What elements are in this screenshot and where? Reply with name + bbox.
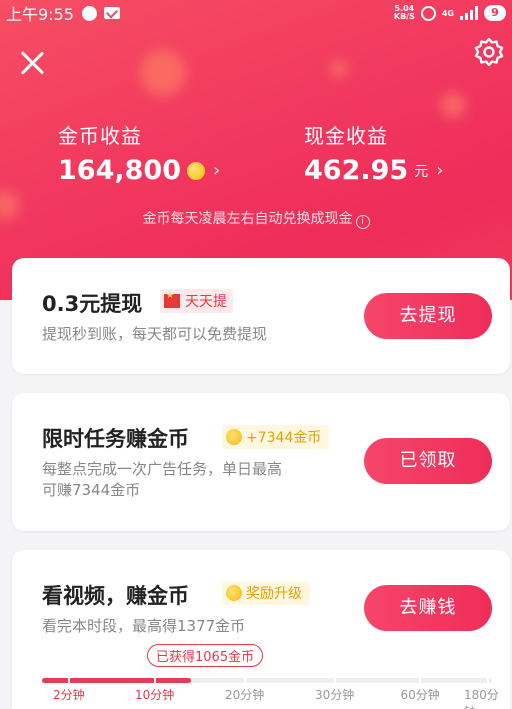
coin-earnings[interactable]: 金币收益 164,800 › — [58, 120, 220, 186]
timed-task-desc-line2: 可赚7344金币 — [42, 481, 141, 499]
network-speed-unit: KB/S — [393, 12, 415, 21]
cash-earnings-value: 462.95 — [304, 155, 409, 186]
info-icon[interactable]: i — [355, 215, 370, 229]
earnings-header: 上午9:55 5.04 KB/S 4G 9 金币收益 164,800 › 现金收… — [0, 0, 512, 300]
timed-task-desc-line1: 每整点完成一次广告任务，单日最高 — [42, 460, 283, 478]
withdraw-card: 0.3元提现 天天提 提现秒到账，每天都可以免费提现 去提现 — [12, 258, 510, 374]
coin-reward-tag: +7344金币 — [222, 425, 330, 449]
coin-reward-tag-label: +7344金币 — [246, 430, 322, 446]
chat-icon — [81, 5, 97, 21]
cash-earnings-label: 现金收益 — [304, 124, 388, 148]
decor-blob — [440, 92, 466, 118]
watch-progress-track — [42, 678, 492, 683]
gear-icon[interactable] — [473, 36, 505, 68]
progress-tick — [333, 678, 336, 683]
network-speed: 5.04 KB/S — [394, 5, 415, 21]
progress-tick-label: 180分钟 — [464, 688, 499, 709]
network-type: 4G — [441, 8, 454, 18]
alarm-icon — [420, 5, 436, 21]
cash-earnings[interactable]: 现金收益 462.95 元 › — [304, 120, 443, 186]
progress-tick-label: 2分钟 — [53, 688, 85, 702]
coin-icon — [226, 585, 242, 601]
exchange-notice[interactable]: 金币每天凌晨左右自动兑换成现金 i — [0, 208, 512, 229]
withdraw-button[interactable]: 去提现 — [364, 293, 492, 339]
progress-tick — [153, 678, 156, 683]
watch-video-title: 看视频，赚金币 — [42, 584, 189, 608]
progress-tick — [486, 678, 489, 683]
progress-tick-label: 20分钟 — [225, 688, 265, 702]
decor-blob — [330, 60, 348, 78]
chevron-right-icon: › — [212, 160, 221, 181]
watch-progress-fill — [42, 678, 191, 683]
coin-icon — [226, 429, 242, 445]
coin-icon — [186, 161, 205, 180]
decor-blob — [140, 50, 186, 96]
coin-earnings-value: 164,800 — [58, 155, 181, 186]
exchange-notice-text: 金币每天凌晨左右自动兑换成现金 — [142, 211, 353, 227]
battery-icon: 9 — [484, 5, 506, 21]
close-icon[interactable] — [18, 48, 46, 76]
status-time: 上午9:55 — [6, 5, 74, 24]
chevron-right-icon: › — [436, 160, 444, 181]
withdraw-title: 0.3元提现 — [42, 292, 143, 316]
progress-tick — [243, 678, 246, 683]
mail-icon — [103, 7, 120, 19]
signal-icon — [460, 6, 478, 20]
daily-withdraw-tag: 天天提 — [160, 289, 233, 313]
withdraw-desc: 提现秒到账，每天都可以免费提现 — [42, 325, 268, 343]
earned-coins-badge: 已获得1065金币 — [147, 644, 264, 667]
watch-video-desc: 看完本时段，最高得1377金币 — [42, 617, 246, 635]
claimed-button[interactable]: 已领取 — [364, 438, 492, 484]
daily-withdraw-tag-label: 天天提 — [185, 294, 227, 310]
progress-tick-label: 10分钟 — [135, 688, 175, 702]
earn-money-button[interactable]: 去赚钱 — [364, 585, 492, 631]
timed-task-card: 限时任务赚金币 +7344金币 每整点完成一次广告任务，单日最高 可赚7344金… — [12, 393, 510, 531]
status-bar: 上午9:55 5.04 KB/S 4G 9 — [0, 0, 512, 26]
flag-icon — [164, 291, 180, 308]
reward-upgrade-tag-label: 奖励升级 — [246, 586, 302, 602]
timed-task-title: 限时任务赚金币 — [42, 427, 189, 451]
watch-video-card: 看视频，赚金币 奖励升级 看完本时段，最高得1377金币 去赚钱 已获得1065… — [12, 550, 510, 709]
progress-tick — [419, 678, 421, 683]
progress-tick-label: 60分钟 — [400, 688, 440, 702]
cash-unit: 元 — [414, 163, 429, 180]
progress-tick-label: 30分钟 — [315, 688, 355, 702]
coin-earnings-label: 金币收益 — [58, 124, 142, 148]
reward-upgrade-tag: 奖励升级 — [222, 581, 310, 605]
progress-tick — [68, 678, 70, 683]
